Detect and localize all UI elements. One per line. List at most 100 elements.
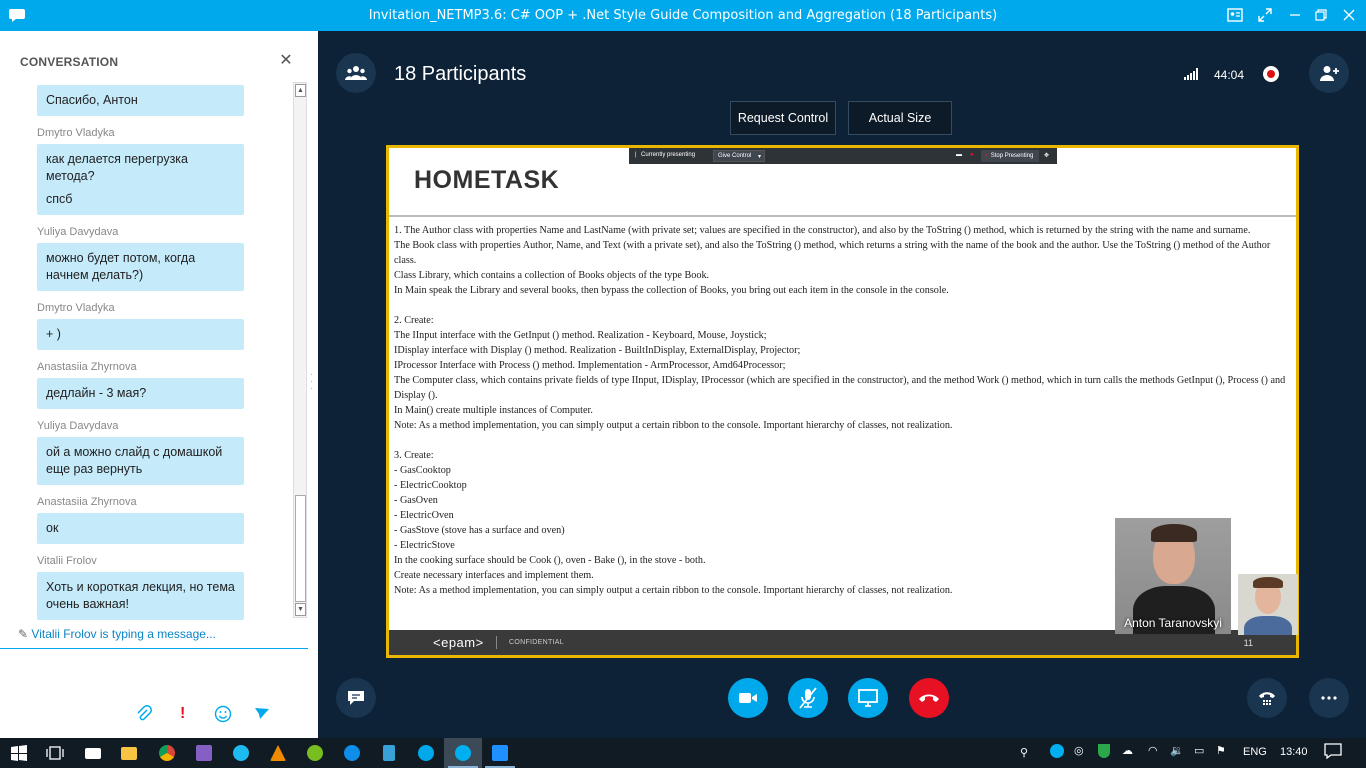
message-text: как делается перегрузка метода? bbox=[46, 152, 188, 183]
close-button[interactable] bbox=[1340, 6, 1358, 24]
message-scrollbar[interactable]: ▲ ▼ bbox=[293, 82, 307, 618]
message-sender: Dmytro Vladyka bbox=[37, 127, 115, 139]
people-icon[interactable]: ⚲ bbox=[1020, 746, 1028, 759]
skype-icon[interactable] bbox=[444, 738, 482, 768]
slide-paragraph: 1. The Author class with properties Name… bbox=[394, 225, 1251, 236]
skype-business-icon[interactable] bbox=[407, 738, 445, 768]
chat-bubble-icon[interactable] bbox=[336, 678, 376, 718]
scroll-up-arrow-icon[interactable]: ▲ bbox=[295, 84, 306, 97]
pin-icon[interactable]: ✥ bbox=[1044, 152, 1049, 159]
message-text: спсб bbox=[46, 192, 73, 206]
security-shield-icon[interactable] bbox=[1098, 744, 1110, 758]
record-dot-icon[interactable]: ● bbox=[970, 152, 974, 158]
compose-divider bbox=[0, 648, 308, 649]
visual-studio-icon[interactable] bbox=[185, 738, 223, 768]
minimize-button[interactable] bbox=[1286, 6, 1304, 24]
self-video[interactable] bbox=[1238, 574, 1298, 635]
panel-resize-handle[interactable]: · · · bbox=[310, 370, 314, 394]
send-icon[interactable] bbox=[254, 705, 270, 726]
stop-icon: ✕ bbox=[984, 153, 990, 159]
record-icon[interactable] bbox=[1263, 66, 1279, 82]
slide-paragraph: 3. Create: bbox=[394, 450, 434, 461]
scroll-down-arrow-icon[interactable]: ▼ bbox=[295, 603, 306, 616]
sync-tray-icon[interactable]: ◎ bbox=[1074, 744, 1084, 757]
message-bubble: + ) bbox=[37, 319, 244, 350]
restore-button[interactable] bbox=[1312, 6, 1330, 24]
message-text: можно будет потом, когда начнем делать?) bbox=[46, 251, 196, 282]
message-text: дедлайн - 3 мая? bbox=[46, 386, 147, 400]
chrome-icon[interactable] bbox=[148, 738, 186, 768]
typing-text: Vitalii Frolov is typing a message... bbox=[31, 627, 216, 641]
utorrent-icon[interactable] bbox=[296, 738, 334, 768]
message-sender: Vitalii Frolov bbox=[37, 555, 97, 567]
start-windows-icon[interactable] bbox=[0, 738, 38, 768]
message-text: ой а можно слайд с домашкой еще раз верн… bbox=[46, 445, 223, 476]
currently-presenting-label: Currently presenting bbox=[641, 152, 696, 158]
slide-paragraph: Note: As a method implementation, you ca… bbox=[394, 420, 953, 431]
task-view-icon[interactable] bbox=[36, 738, 74, 768]
slide-paragraph: In Main speak the Library and several bo… bbox=[394, 285, 949, 296]
participants-icon[interactable] bbox=[336, 53, 376, 93]
add-participant-icon[interactable] bbox=[1309, 53, 1349, 93]
message-bubble: Хоть и короткая лекция, но тема очень ва… bbox=[37, 572, 244, 620]
urgent-icon[interactable]: ! bbox=[180, 705, 185, 723]
share-screen-button[interactable] bbox=[848, 678, 888, 718]
mute-microphone-button[interactable] bbox=[788, 678, 828, 718]
keyboard-icon[interactable]: ▭ bbox=[1194, 744, 1204, 757]
volume-icon[interactable]: 🔉 bbox=[1170, 744, 1184, 757]
chevron-down-icon: ▾ bbox=[757, 154, 761, 160]
app-window-icon[interactable] bbox=[481, 738, 519, 768]
give-control-label: Give Control bbox=[718, 153, 752, 159]
more-options-icon[interactable] bbox=[1309, 678, 1349, 718]
slide-divider bbox=[389, 215, 1296, 217]
chat-icon[interactable]: ▬ bbox=[956, 152, 962, 158]
notifications-icon[interactable] bbox=[1324, 743, 1342, 762]
slide-paragraph: - ElectricCooktop bbox=[394, 480, 467, 491]
epam-logo: <epam> bbox=[433, 635, 484, 650]
message-bubble: как делается перегрузка метода? спсб bbox=[37, 144, 244, 215]
message-sender: Anastasiia Zhyrnova bbox=[37, 496, 137, 508]
slide-paragraph: - GasCooktop bbox=[394, 465, 451, 476]
window-titlebar: Invitation_NETMP3.6: C# OOP + .Net Style… bbox=[0, 0, 1366, 31]
onedrive-cloud-icon[interactable]: ☁ bbox=[1122, 744, 1133, 757]
message-sender: Dmytro Vladyka bbox=[37, 302, 115, 314]
stop-presenting-button[interactable]: ✕ Stop Presenting bbox=[981, 150, 1039, 162]
language-indicator[interactable]: ENG bbox=[1243, 746, 1267, 758]
slide-paragraph: The Book class with properties Author, N… bbox=[394, 240, 1271, 266]
slide-page-number: 11 bbox=[1243, 638, 1253, 648]
presenter-name: Anton Taranovskyi bbox=[1124, 616, 1222, 630]
call-quality-icon[interactable] bbox=[1184, 67, 1198, 80]
internet-explorer-icon[interactable] bbox=[222, 738, 260, 768]
close-icon[interactable]: ✕ bbox=[278, 53, 294, 69]
message-bubble: дедлайн - 3 мая? bbox=[37, 378, 244, 409]
message-input[interactable] bbox=[0, 651, 308, 697]
slide-paragraph: The Computer class, which contains priva… bbox=[394, 375, 1286, 401]
skype-tray-icon[interactable] bbox=[1050, 744, 1064, 758]
request-control-button[interactable]: Request Control bbox=[730, 101, 836, 135]
end-call-button[interactable] bbox=[909, 678, 949, 718]
contact-card-icon[interactable] bbox=[1226, 6, 1244, 24]
video-camera-button[interactable] bbox=[728, 678, 768, 718]
vlc-icon[interactable] bbox=[259, 738, 297, 768]
stop-presenting-label: Stop Presenting bbox=[990, 153, 1034, 159]
slide-paragraph: IProcessor Interface with Process () met… bbox=[394, 360, 786, 371]
file-explorer-icon[interactable] bbox=[110, 738, 148, 768]
action-flag-icon[interactable]: ⚑ bbox=[1216, 744, 1226, 757]
message-list: Спасибо, Антон Dmytro Vladyka как делает… bbox=[0, 81, 292, 621]
expand-icon[interactable] bbox=[1256, 6, 1274, 24]
books-icon[interactable] bbox=[370, 738, 408, 768]
scroll-thumb[interactable] bbox=[295, 495, 306, 602]
clock[interactable]: 13:40 bbox=[1280, 746, 1308, 758]
emoticon-icon[interactable] bbox=[214, 705, 232, 728]
mail-icon[interactable] bbox=[74, 738, 112, 768]
dial-pad-icon[interactable] bbox=[1247, 678, 1287, 718]
attach-file-icon[interactable] bbox=[136, 705, 152, 728]
wifi-icon[interactable]: ◠ bbox=[1148, 744, 1158, 757]
presenter-video[interactable]: Anton Taranovskyi bbox=[1115, 518, 1231, 634]
actual-size-button[interactable]: Actual Size bbox=[848, 101, 952, 135]
slide-paragraph: 2. Create: bbox=[394, 315, 434, 326]
participants-count[interactable]: 18 Participants bbox=[394, 63, 526, 86]
teamviewer-icon[interactable] bbox=[333, 738, 371, 768]
slide-paragraph: - GasOven bbox=[394, 495, 438, 506]
give-control-dropdown[interactable]: Give Control ▾ bbox=[713, 150, 765, 162]
